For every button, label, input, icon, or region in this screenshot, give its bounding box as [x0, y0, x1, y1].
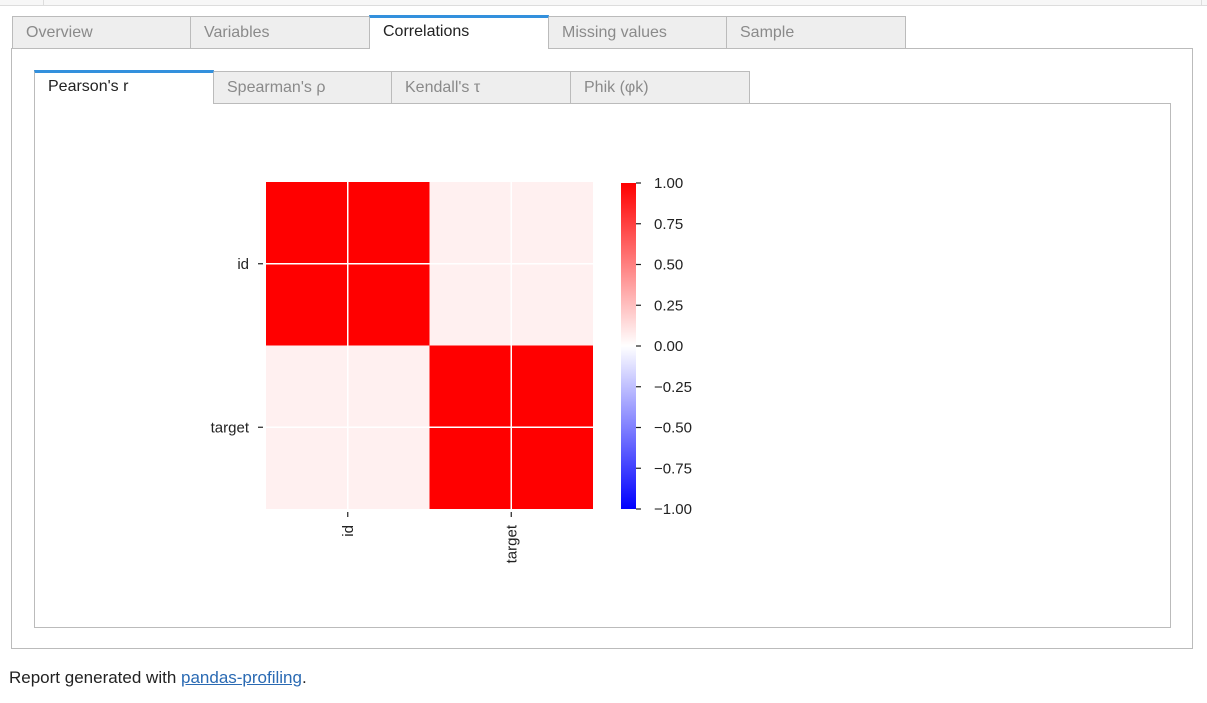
colorbar-tick-label: −1.00 — [654, 501, 692, 518]
colorbar — [621, 183, 636, 509]
y-tick-label: id — [237, 256, 249, 273]
colorbar-tick-label: 0.25 — [654, 297, 683, 314]
top-strip-divider — [1201, 0, 1202, 5]
subtab-spearman[interactable]: Spearman's ρ — [213, 71, 392, 104]
x-tick-label: target — [503, 524, 520, 563]
colorbar-tick-label: 0.75 — [654, 216, 683, 233]
subtab-phik[interactable]: Phik (φk) — [570, 71, 750, 104]
colorbar-tick-label: 0.00 — [654, 338, 683, 355]
y-tick-label: target — [211, 419, 250, 436]
footer-suffix: . — [301, 668, 307, 687]
colorbar-tick-label: 0.50 — [654, 257, 683, 274]
colorbar-tick-label: −0.25 — [654, 379, 692, 396]
tab-variables[interactable]: Variables — [190, 16, 370, 49]
subtab-kendall[interactable]: Kendall's τ — [391, 71, 571, 104]
top-strip-divider — [43, 0, 44, 5]
x-tick-label: id — [340, 525, 357, 537]
colorbar-tick-label: −0.75 — [654, 460, 692, 477]
tab-overview[interactable]: Overview — [12, 16, 191, 49]
top-strip — [0, 0, 1207, 6]
colorbar-tick-label: −0.50 — [654, 420, 692, 437]
tab-missing-values[interactable]: Missing values — [548, 16, 727, 49]
colorbar-tick-label: 1.00 — [654, 175, 683, 192]
pearson-panel: id target id target 1.00 0.75 0.50 0.25 0.00 −0.… — [34, 103, 1171, 628]
pandas-profiling-link[interactable]: pandas-profiling — [181, 668, 302, 687]
footer-prefix: Report generated with — [9, 668, 181, 687]
footer: Report generated with pandas-profiling. — [9, 668, 307, 688]
correlation-heatmap: id target id target 1.00 0.75 0.50 0.25 0.00 −0.… — [211, 175, 692, 563]
tab-correlations[interactable]: Correlations — [369, 15, 549, 49]
subtab-pearson[interactable]: Pearson's r — [34, 70, 214, 104]
tab-sample[interactable]: Sample — [726, 16, 906, 49]
